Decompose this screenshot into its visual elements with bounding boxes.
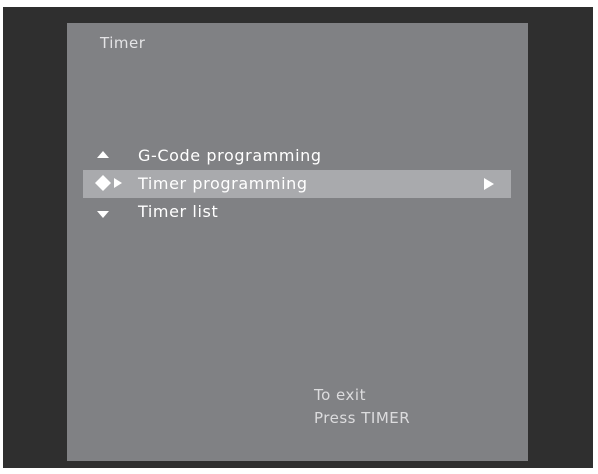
up-arrow-icon	[89, 142, 135, 170]
menu-item-label: G-Code programming	[138, 146, 322, 165]
down-arrow-icon	[89, 198, 135, 226]
menu-item-label: Timer list	[138, 202, 219, 221]
submenu-arrow-icon	[483, 177, 495, 191]
menu-item-gcode-programming[interactable]: G-Code programming	[83, 142, 511, 170]
tv-screen: Timer G-Code programming Timer programmi…	[3, 7, 593, 468]
menu-item-label: Timer programming	[138, 174, 308, 193]
exit-hint: To exit Press TIMER	[314, 384, 410, 430]
navigation-cross-icon	[89, 170, 135, 198]
menu-item-timer-programming[interactable]: Timer programming	[83, 170, 511, 198]
exit-hint-line: Press TIMER	[314, 409, 411, 427]
exit-hint-line: To exit	[314, 386, 366, 404]
timer-menu-panel: Timer G-Code programming Timer programmi…	[67, 23, 528, 461]
menu-list: G-Code programming Timer programming Tim…	[83, 142, 511, 226]
menu-item-timer-list[interactable]: Timer list	[83, 198, 511, 226]
menu-title: Timer	[100, 34, 146, 52]
